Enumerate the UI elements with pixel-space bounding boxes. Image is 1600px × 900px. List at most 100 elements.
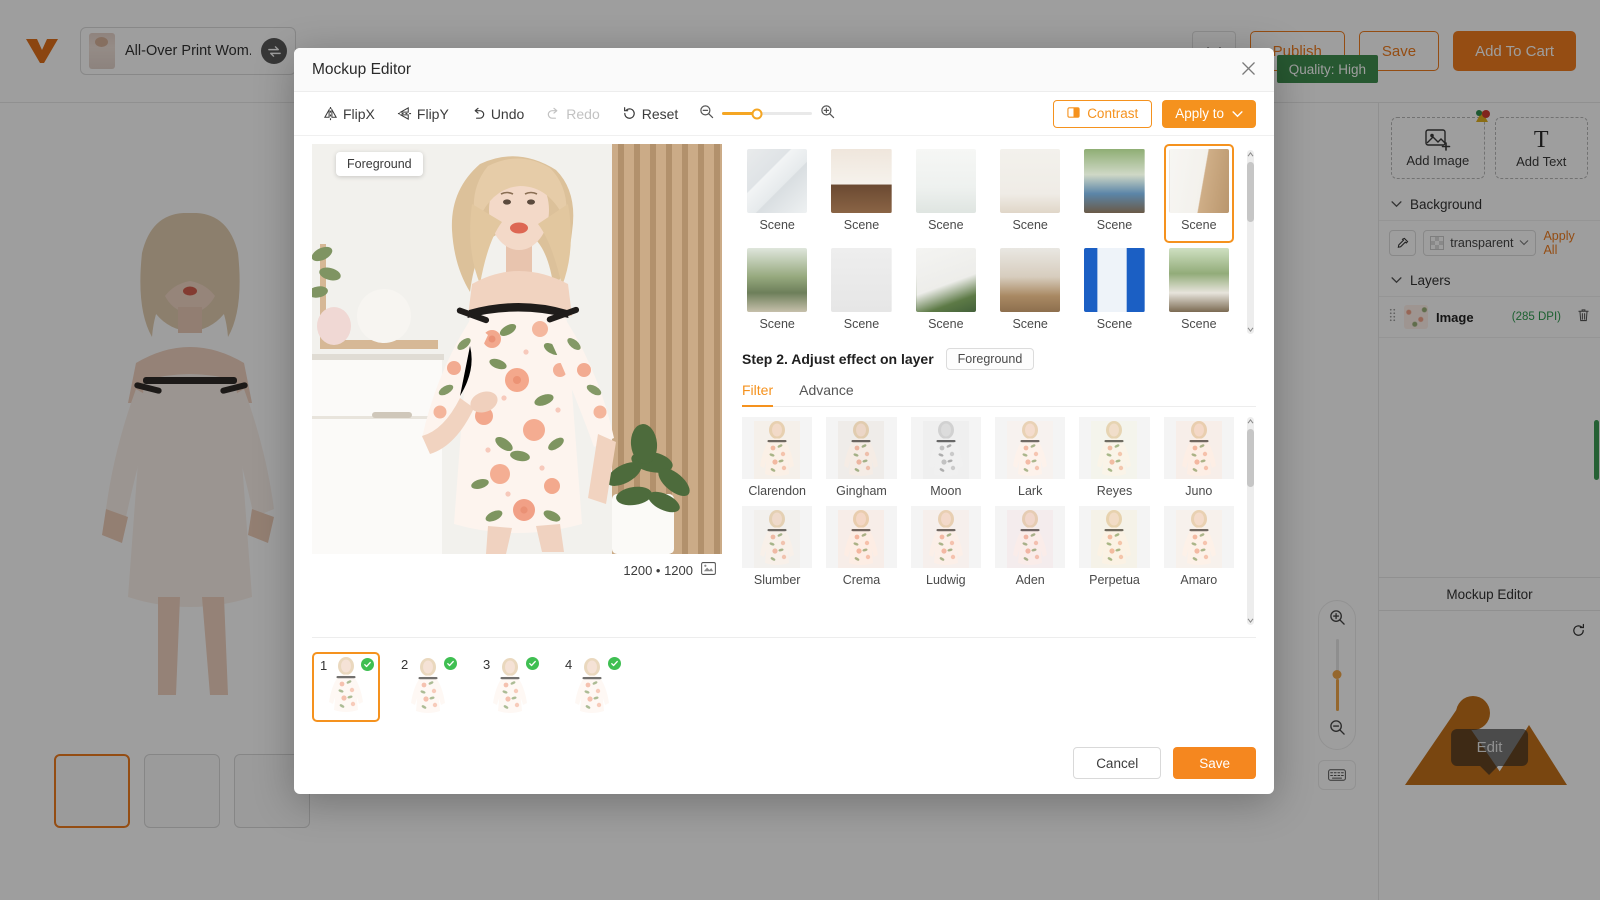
scene-option[interactable]: Scene [1079, 243, 1149, 340]
filter-scrollbar-thumb[interactable] [1247, 429, 1254, 487]
mockup-editor-tab[interactable]: Mockup Editor [1379, 577, 1600, 611]
scene-thumbnail [916, 248, 976, 312]
eyedropper-icon[interactable] [1389, 230, 1416, 256]
scene-option[interactable]: Scene [911, 243, 981, 340]
variant-number: 3 [483, 657, 490, 672]
flipx-button[interactable]: FlipX [312, 99, 386, 129]
filter-option[interactable]: Lark [995, 417, 1065, 506]
scene-option[interactable]: Scene [1164, 144, 1234, 243]
scene-option[interactable]: Scene [742, 243, 812, 340]
scene-option[interactable]: Scene [742, 144, 812, 243]
variant-item[interactable]: 2 [394, 652, 462, 722]
scene-thumbnail [1084, 248, 1144, 312]
swap-icon[interactable] [261, 38, 287, 64]
scene-label: Scene [1169, 312, 1229, 337]
scene-scrollbar[interactable] [1247, 150, 1254, 334]
filter-option[interactable]: Aden [995, 506, 1065, 595]
filter-option[interactable]: Clarendon [742, 417, 812, 506]
drag-handle-icon[interactable] [1389, 308, 1396, 327]
preview-meta: 1200 • 1200 [312, 554, 724, 578]
scene-thumbnail [1000, 248, 1060, 312]
filter-option[interactable]: Gingham [826, 417, 896, 506]
apply-to-button[interactable]: Apply to [1162, 100, 1256, 128]
zoom-in-icon[interactable] [820, 104, 835, 124]
tab-advance[interactable]: Advance [799, 376, 853, 406]
reset-button[interactable]: Reset [611, 99, 690, 129]
redo-button[interactable]: Redo [535, 99, 610, 129]
scroll-down-icon[interactable] [1247, 616, 1254, 625]
scene-option[interactable]: Scene [1164, 243, 1234, 340]
scene-option[interactable]: Scene [995, 144, 1065, 243]
filter-option[interactable]: Moon [911, 417, 981, 506]
product-selector[interactable]: All-Over Print Wom... [80, 27, 296, 75]
variant-item[interactable]: 3 [476, 652, 544, 722]
filter-option[interactable]: Crema [826, 506, 896, 595]
variant-item[interactable]: 1 [312, 652, 380, 722]
scene-label: Scene [831, 213, 891, 238]
scroll-down-icon[interactable] [1247, 325, 1254, 334]
canvas-zoom-rail[interactable] [1318, 600, 1356, 750]
flipy-button[interactable]: FlipY [386, 99, 460, 129]
contrast-button[interactable]: Contrast [1053, 100, 1152, 128]
add-to-cart-button[interactable]: Add To Cart [1453, 31, 1576, 71]
undo-button[interactable]: Undo [460, 99, 535, 129]
variant-item[interactable]: 4 [558, 652, 626, 722]
variant-number: 1 [320, 658, 327, 673]
filter-option[interactable]: Ludwig [911, 506, 981, 595]
step2-layer-chip[interactable]: Foreground [946, 348, 1035, 370]
modal-save-button[interactable]: Save [1173, 747, 1256, 779]
add-image-button[interactable]: Add Image [1391, 117, 1485, 179]
scene-option[interactable]: Scene [1079, 144, 1149, 243]
reset-icon[interactable] [1571, 623, 1586, 643]
zoom-out-icon[interactable] [1329, 719, 1346, 741]
zoom-slider-knob[interactable] [1333, 670, 1342, 679]
filter-option[interactable]: Amaro [1164, 506, 1234, 595]
filter-scrollbar[interactable] [1247, 417, 1254, 625]
filter-label: Crema [826, 568, 896, 595]
layer-item[interactable]: Image (285 DPI) [1379, 297, 1600, 338]
scene-option[interactable]: Scene [911, 144, 981, 243]
canvas-thumb-2[interactable] [144, 754, 220, 828]
cancel-button[interactable]: Cancel [1073, 747, 1161, 779]
variant-strip[interactable]: 1 2 3 [312, 637, 1256, 732]
filter-option[interactable]: Slumber [742, 506, 812, 595]
mockup-preview[interactable]: Foreground [312, 144, 722, 554]
filter-option[interactable]: Juno [1164, 417, 1234, 506]
filter-option[interactable]: Reyes [1079, 417, 1149, 506]
scene-thumbnail [1169, 248, 1229, 312]
zoom-slider-track[interactable] [1336, 639, 1339, 711]
apply-all-link[interactable]: Apply All [1543, 229, 1590, 257]
right-scrollbar[interactable] [1594, 420, 1599, 480]
add-text-button[interactable]: T Add Text [1495, 117, 1589, 179]
keyboard-shortcuts-icon[interactable] [1318, 760, 1356, 790]
filter-label: Aden [995, 568, 1065, 595]
zoom-in-icon[interactable] [1329, 609, 1346, 631]
scene-option[interactable]: Scene [826, 144, 896, 243]
zoom-slider-knob[interactable] [751, 108, 762, 119]
zoom-slider[interactable] [699, 104, 835, 124]
filter-label: Clarendon [742, 479, 812, 506]
scroll-up-icon[interactable] [1247, 417, 1254, 426]
tab-filter[interactable]: Filter [742, 376, 773, 406]
filter-option[interactable]: Perpetua [1079, 506, 1149, 595]
filter-grid[interactable]: Clarendon Gingham Moon [742, 417, 1256, 595]
image-size-icon[interactable] [701, 562, 716, 578]
scene-grid[interactable]: SceneSceneSceneSceneSceneSceneSceneScene… [742, 144, 1256, 340]
canvas-thumb-1[interactable] [54, 754, 130, 828]
scene-scrollbar-thumb[interactable] [1247, 162, 1254, 222]
layers-section-header[interactable]: Layers [1379, 265, 1600, 297]
background-section-header[interactable]: Background [1379, 189, 1600, 221]
zoom-out-icon[interactable] [699, 104, 714, 124]
scroll-up-icon[interactable] [1247, 150, 1254, 159]
status-badge-quality: Quality: High [1277, 55, 1378, 83]
chevron-down-icon [1232, 106, 1243, 121]
close-icon[interactable] [1241, 61, 1256, 79]
background-color-select[interactable]: transparent [1423, 230, 1536, 256]
brand-bird-logo[interactable] [20, 29, 64, 73]
zoom-slider-track[interactable] [722, 112, 812, 115]
filter-thumbnail [826, 417, 896, 479]
scene-option[interactable]: Scene [995, 243, 1065, 340]
scene-option[interactable]: Scene [826, 243, 896, 340]
canvas-thumbnail-strip[interactable] [54, 754, 310, 828]
delete-layer-icon[interactable] [1577, 308, 1590, 327]
